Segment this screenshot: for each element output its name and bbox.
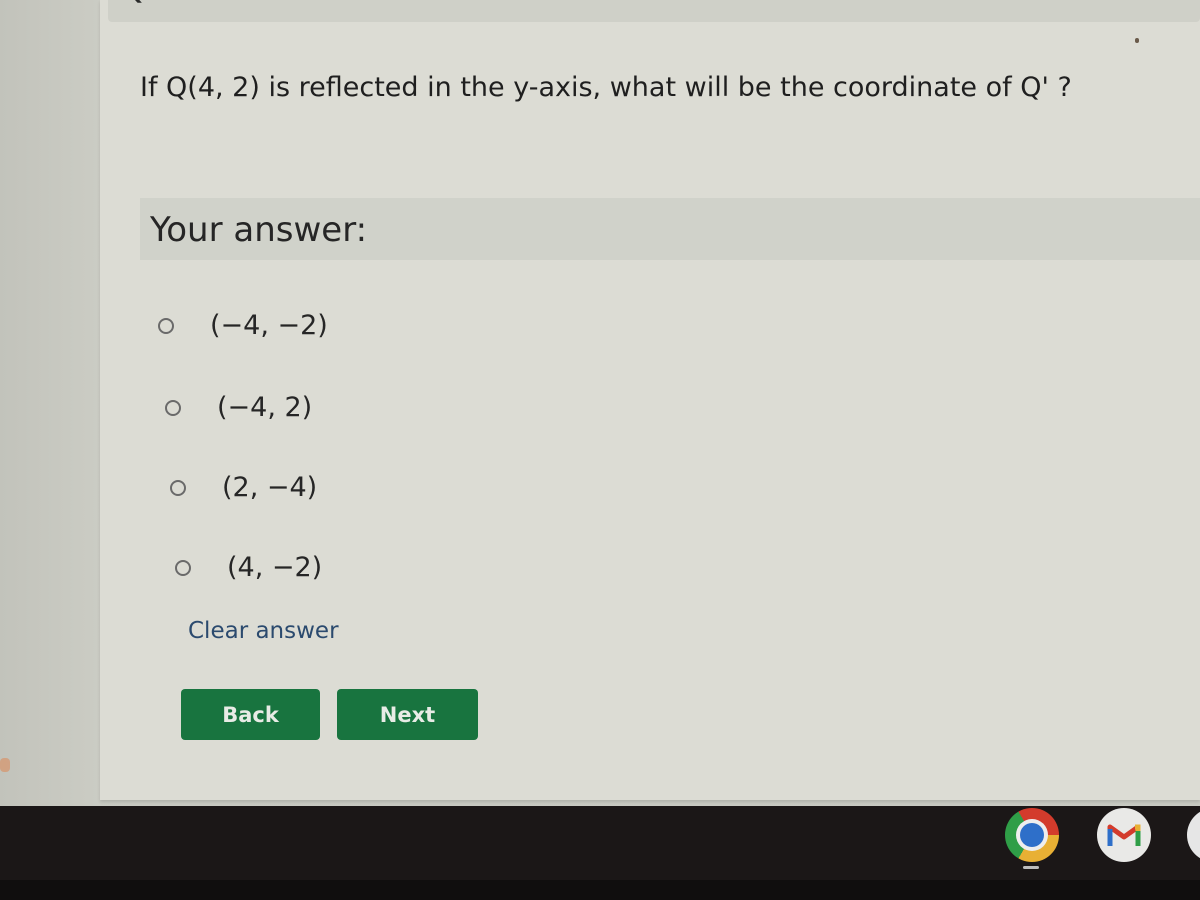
next-button[interactable]: Next xyxy=(337,689,478,740)
option-label: (−4, 2) xyxy=(217,392,313,423)
running-indicator xyxy=(1023,866,1039,869)
radio-button[interactable] xyxy=(158,317,174,334)
left-gutter xyxy=(0,0,100,808)
radio-button[interactable] xyxy=(170,479,186,496)
option-d[interactable]: (4, −2) xyxy=(175,552,322,583)
back-button[interactable]: Back xyxy=(181,689,320,740)
gmail-icon[interactable] xyxy=(1097,808,1151,862)
left-edge-mark xyxy=(0,758,10,772)
option-label: (4, −2) xyxy=(227,552,323,583)
option-label: (2, −4) xyxy=(222,472,318,503)
chrome-icon[interactable] xyxy=(1005,808,1059,862)
option-label: (−4, −2) xyxy=(210,310,328,341)
option-b[interactable]: (−4, 2) xyxy=(165,392,312,423)
question-heading: Question 5 : xyxy=(118,0,337,7)
gmail-m-glyph xyxy=(1107,824,1141,846)
shelf-bottom-edge xyxy=(0,880,1200,900)
clear-answer-link[interactable]: Clear answer xyxy=(188,618,339,644)
answer-label: Your answer: xyxy=(150,210,368,250)
question-heading-bar: Question 5 : xyxy=(108,0,1200,22)
radio-button[interactable] xyxy=(175,559,191,576)
question-text: If Q(4, 2) is reflected in the y-axis, w… xyxy=(140,72,1072,103)
option-c[interactable]: (2, −4) xyxy=(170,472,317,503)
option-a[interactable]: (−4, −2) xyxy=(158,310,328,341)
cursor-mark xyxy=(1135,38,1139,43)
radio-button[interactable] xyxy=(165,399,181,416)
